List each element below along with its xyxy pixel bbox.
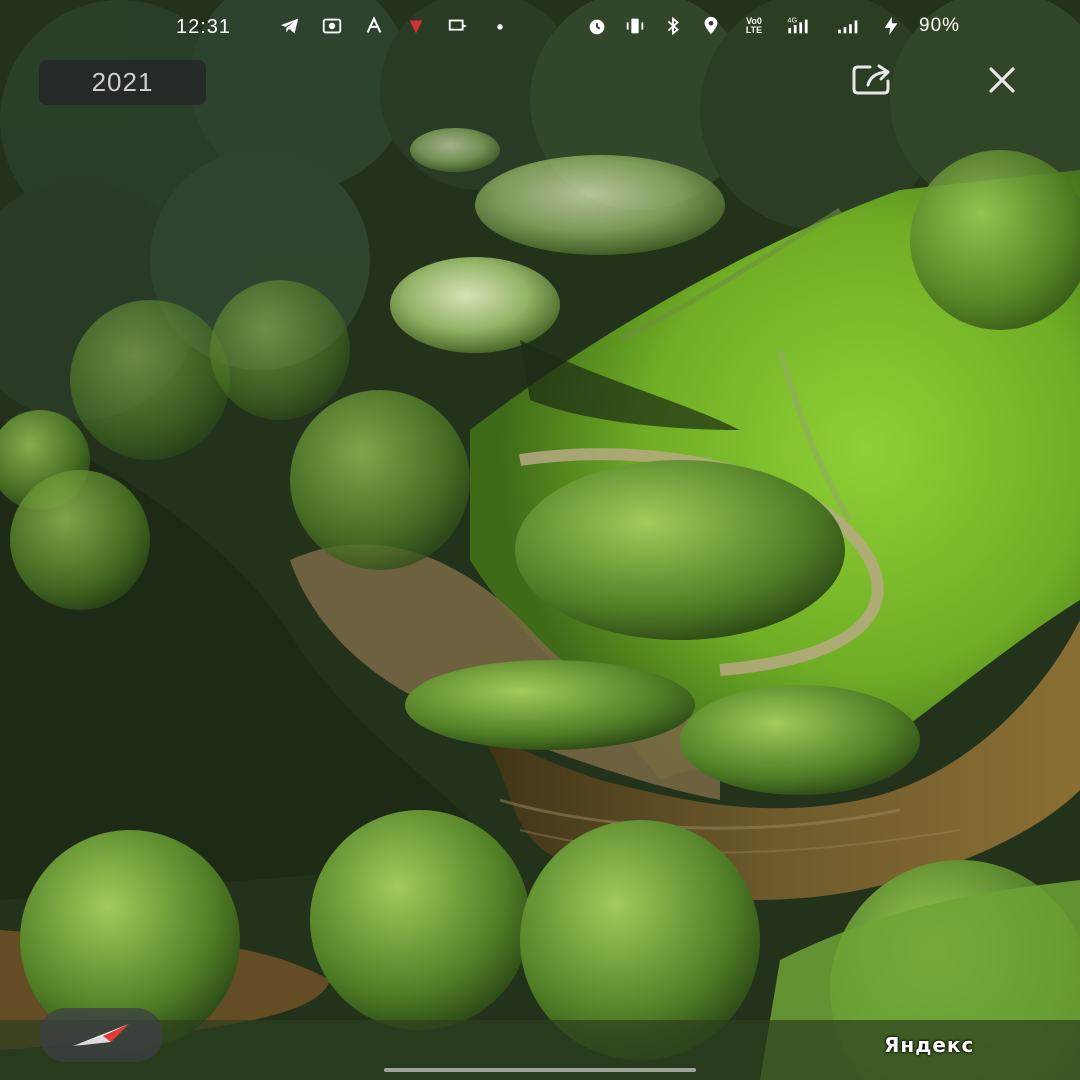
alarm-icon <box>585 14 609 38</box>
font-a-icon <box>362 14 386 38</box>
close-icon <box>989 67 1015 93</box>
status-bar: 12:31 Vo0 LTE 4G 90% <box>0 0 1080 56</box>
location-icon <box>699 14 723 38</box>
status-time: 12:31 <box>176 16 232 38</box>
dot-icon <box>488 14 512 38</box>
status-right-icons: Vo0 LTE 4G 90% <box>585 14 960 38</box>
compass-button[interactable] <box>39 1008 163 1062</box>
close-button[interactable] <box>980 58 1024 102</box>
compass-icon <box>73 1024 129 1046</box>
share-icon <box>852 64 890 95</box>
yandex-watermark: Яндекс <box>884 1033 975 1057</box>
home-indicator[interactable] <box>384 1068 696 1072</box>
vibrate-icon <box>623 14 647 38</box>
volte-label: Vo0 LTE <box>745 16 763 35</box>
network-label: 4G <box>787 15 797 24</box>
bluetooth-icon <box>661 14 685 38</box>
signal-icon: 4G <box>785 14 821 38</box>
telegram-icon <box>278 14 302 38</box>
status-left-icons <box>278 14 512 38</box>
charging-icon <box>879 14 903 38</box>
signal-2-icon <box>835 14 865 38</box>
battery-percent: 90% <box>919 15 961 36</box>
share-button[interactable] <box>848 60 896 100</box>
camera-app-icon <box>320 14 344 38</box>
year-selector[interactable]: 2021 <box>39 60 206 105</box>
notification-red-icon <box>404 14 428 38</box>
cast-icon <box>446 14 470 38</box>
aerial-photo <box>0 0 1080 1080</box>
